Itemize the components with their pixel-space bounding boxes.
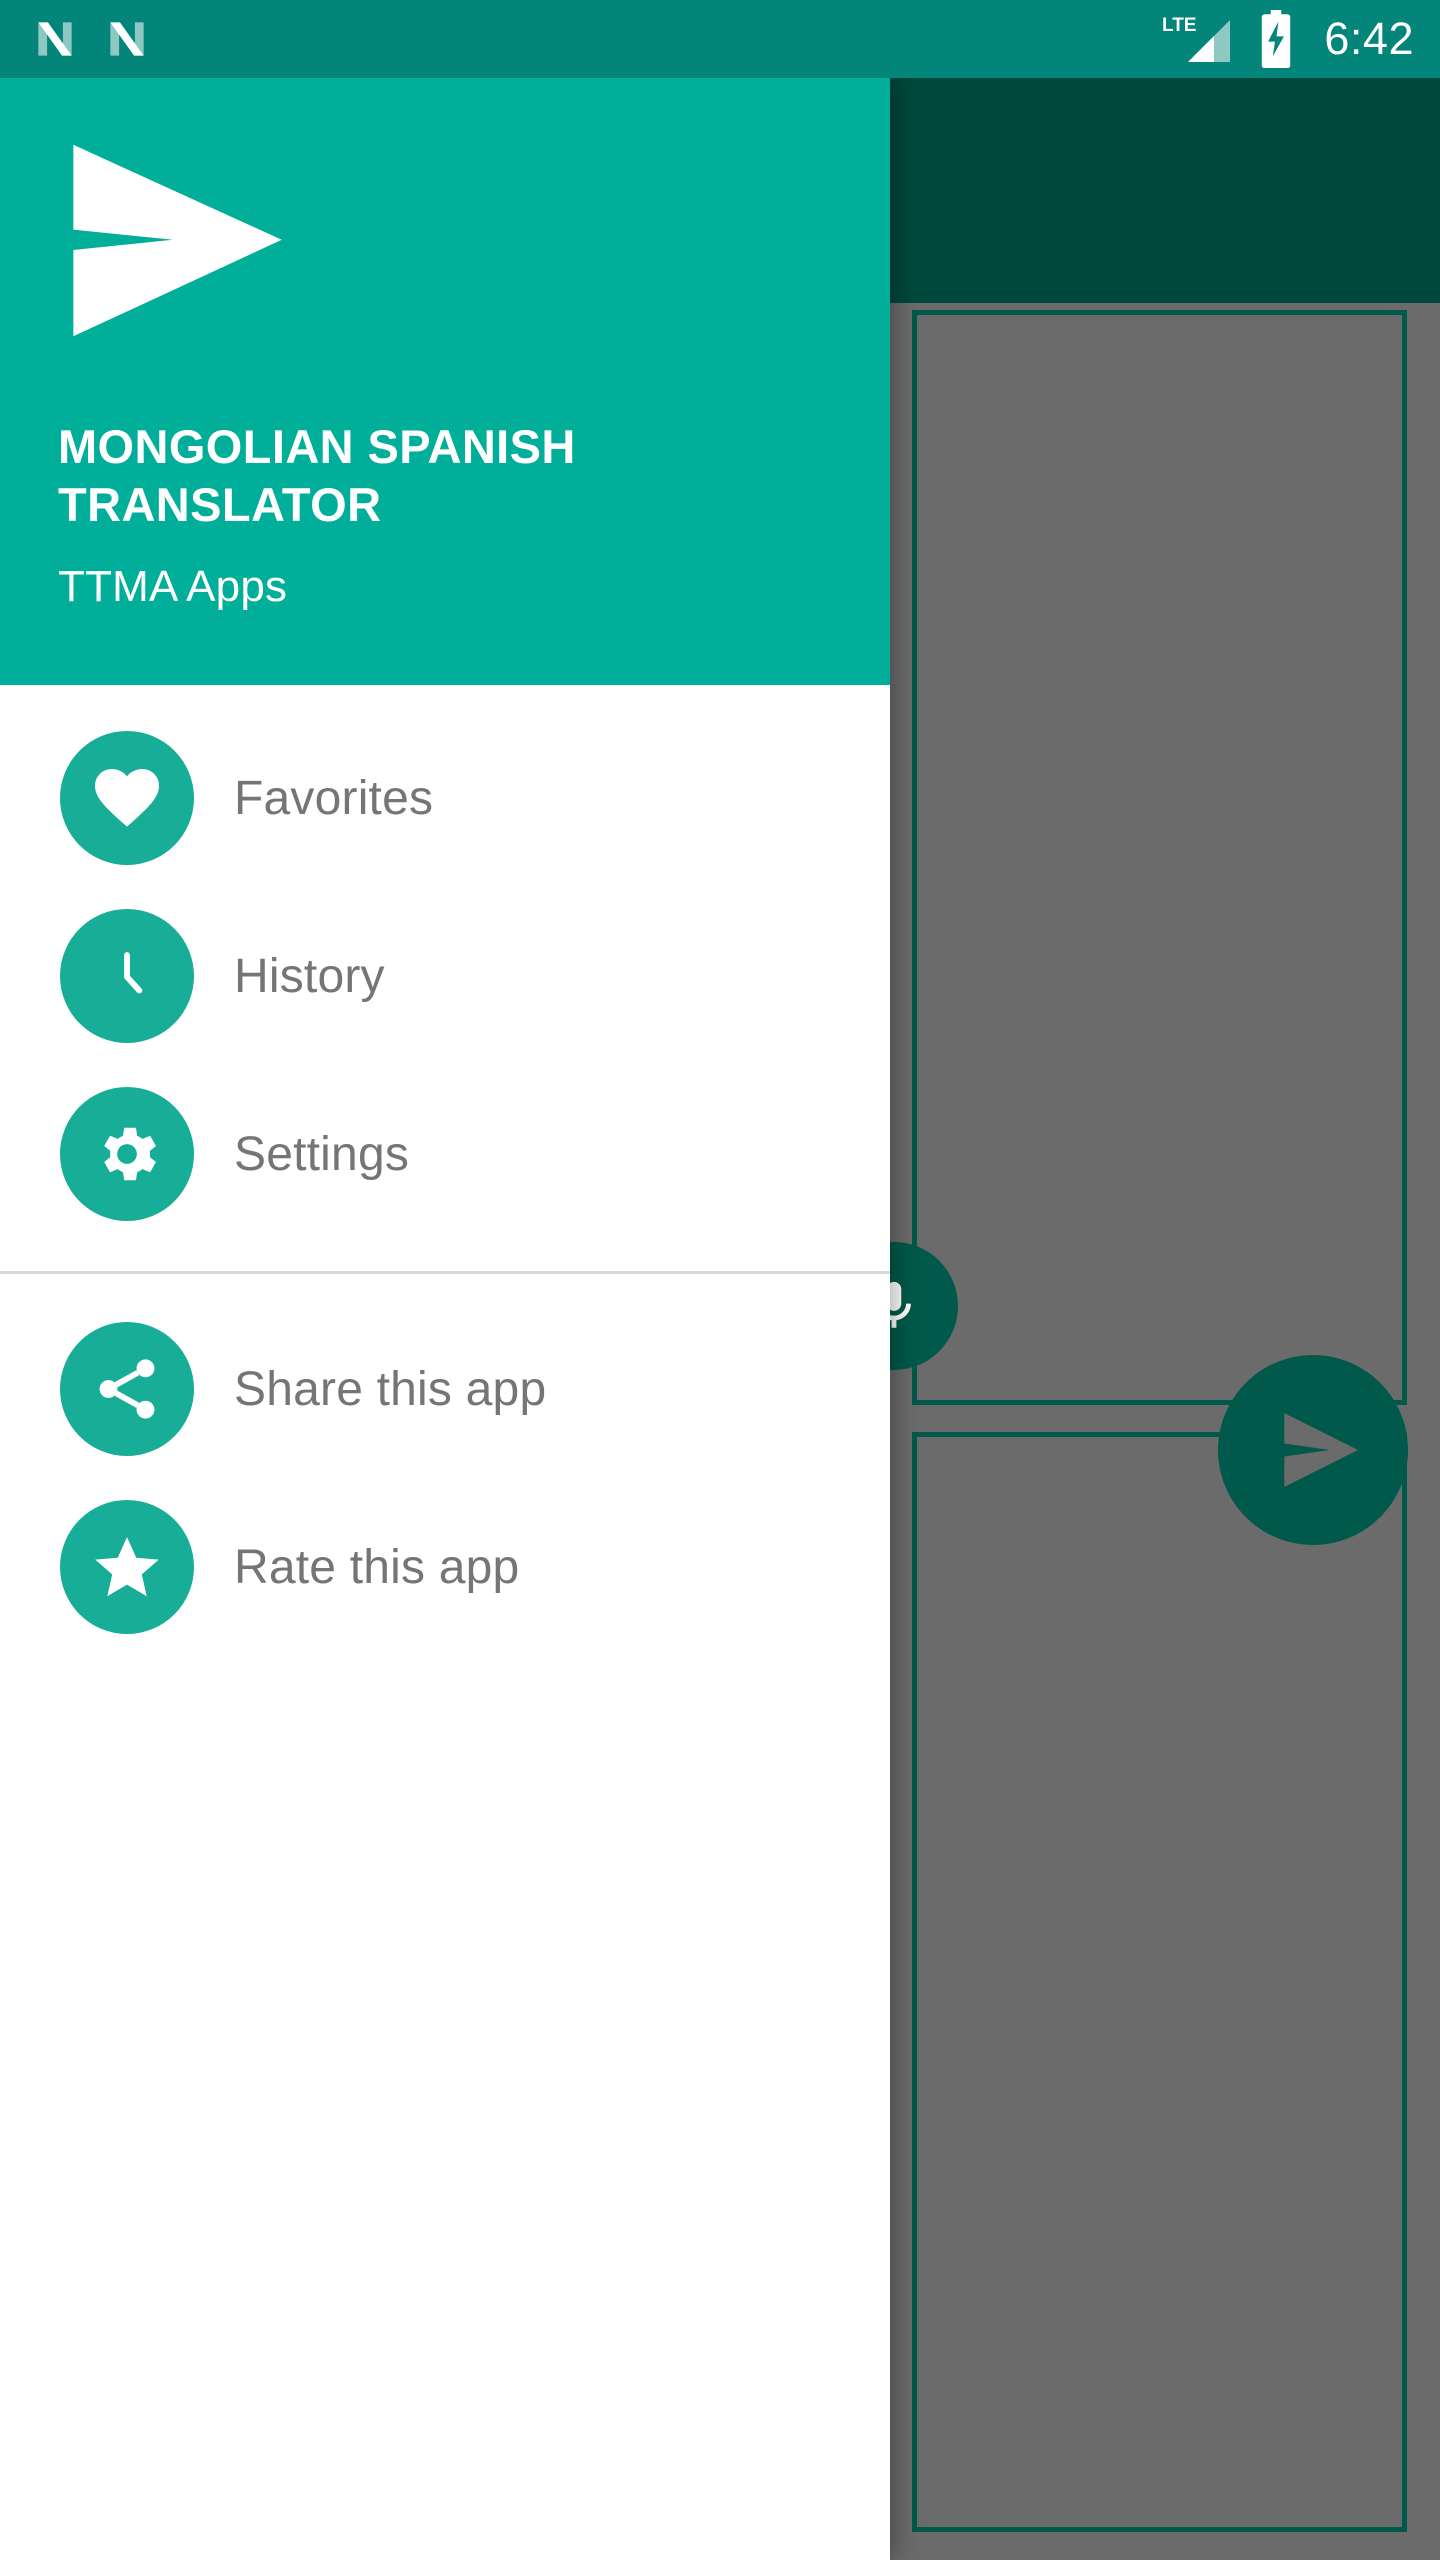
- rate-icon-circle: [60, 1500, 194, 1634]
- navigation-drawer: MONGOLIAN SPANISH TRANSLATOR TTMA Apps F…: [0, 78, 890, 2560]
- drawer-header: MONGOLIAN SPANISH TRANSLATOR TTMA Apps: [0, 78, 890, 685]
- sidebar-item-history[interactable]: History: [0, 887, 890, 1065]
- phone-screen: SPANISH: [0, 0, 1440, 2560]
- status-clock: 6:42: [1324, 13, 1414, 64]
- battery-charging-icon: [1262, 10, 1291, 68]
- gear-icon: [104, 1127, 156, 1181]
- favorites-icon-circle: [60, 731, 194, 865]
- sidebar-item-share-app[interactable]: Share this app: [0, 1300, 890, 1478]
- clock-icon: [124, 952, 143, 994]
- drawer-primary-group: Favorites History Settings: [0, 709, 890, 1243]
- android-n-icon: [38, 22, 72, 56]
- app-logo: [58, 136, 832, 353]
- send-icon: [1284, 1413, 1358, 1487]
- share-icon: [99, 1359, 155, 1419]
- paper-plane-logo: [73, 144, 282, 337]
- sidebar-item-rate-app[interactable]: Rate this app: [0, 1478, 890, 1656]
- target-text-card[interactable]: [912, 1432, 1407, 2532]
- android-n-icon: [110, 22, 144, 56]
- drawer-app-title: MONGOLIAN SPANISH TRANSLATOR: [58, 420, 576, 531]
- sidebar-item-label: Favorites: [234, 771, 434, 825]
- status-notification-icons: [30, 14, 152, 64]
- heart-icon: [94, 769, 160, 827]
- svg-text:LTE: LTE: [1162, 15, 1196, 36]
- source-text-card[interactable]: [912, 310, 1407, 1405]
- settings-icon-circle: [60, 1087, 194, 1221]
- signal-bars-icon: LTE: [1162, 15, 1231, 62]
- history-icon-circle: [60, 909, 194, 1043]
- sidebar-item-label: Rate this app: [234, 1540, 520, 1594]
- star-icon: [95, 1537, 159, 1597]
- drawer-app-subtitle: TTMA Apps: [58, 562, 288, 611]
- share-icon-circle: [60, 1322, 194, 1456]
- drawer-divider: [0, 1271, 890, 1274]
- sidebar-item-label: Share this app: [234, 1362, 547, 1416]
- sidebar-item-label: Settings: [234, 1127, 410, 1181]
- send-button[interactable]: [1218, 1355, 1408, 1545]
- status-bar: LTE 6:42: [0, 0, 1440, 78]
- drawer-secondary-group: Share this app Rate this app: [0, 1300, 890, 1656]
- sidebar-item-settings[interactable]: Settings: [0, 1065, 890, 1243]
- sidebar-item-label: History: [234, 949, 385, 1003]
- status-system-icons: LTE 6:42: [1162, 10, 1414, 68]
- sidebar-item-favorites[interactable]: Favorites: [0, 709, 890, 887]
- drawer-menu: Favorites History Settings Share this ap…: [0, 685, 890, 2560]
